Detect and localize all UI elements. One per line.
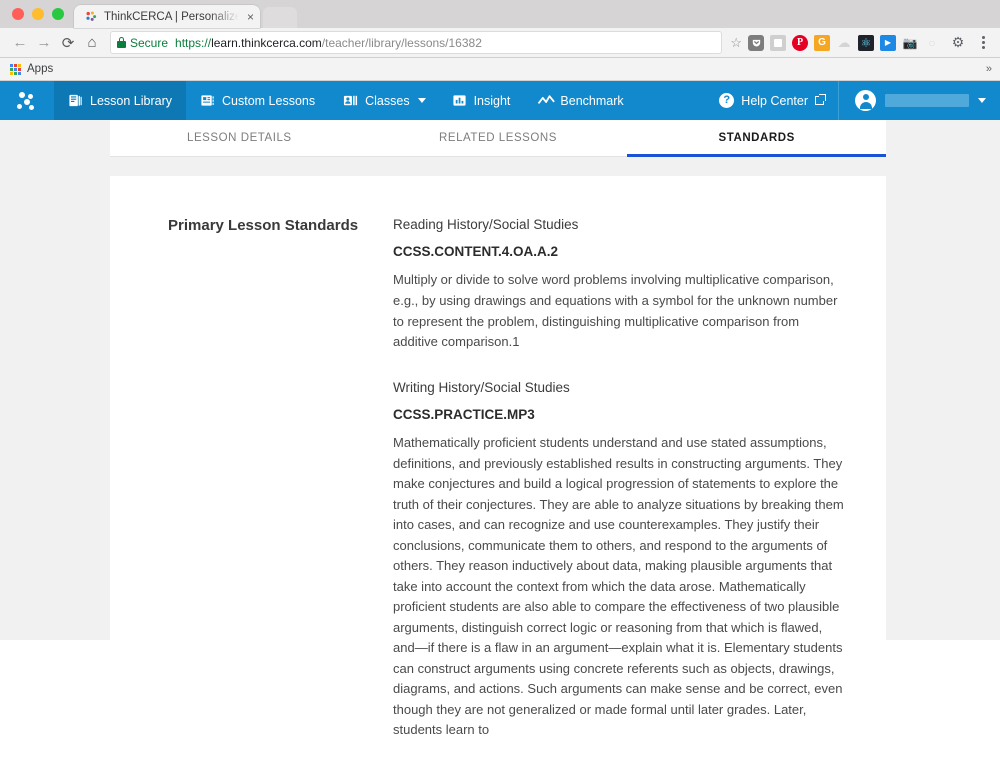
bookmark-star-icon[interactable]: ☆: [730, 35, 742, 51]
home-button[interactable]: ⌂: [80, 31, 104, 55]
standards-card: Primary Lesson Standards Reading History…: [110, 176, 886, 767]
browser-settings-icon[interactable]: ⚙: [946, 31, 970, 55]
bookmarks-overflow-icon[interactable]: »: [986, 63, 992, 75]
bookmark-apps-label[interactable]: Apps: [27, 63, 53, 75]
primary-lesson-standards-title: Primary Lesson Standards: [168, 217, 359, 234]
tab-related-lessons-label: RELATED LESSONS: [439, 132, 557, 144]
browser-tab[interactable]: ThinkCERCA | Personalized Lit ×: [74, 5, 260, 28]
url-host: learn.thinkcerca.com: [211, 35, 322, 50]
close-tab-button[interactable]: ×: [243, 11, 254, 23]
url-path: /teacher/library/lessons/16382: [321, 35, 482, 50]
help-center-label: Help Center: [741, 93, 808, 108]
apps-grid-icon: [10, 63, 21, 75]
tab-related-lessons[interactable]: RELATED LESSONS: [369, 120, 628, 156]
browser-tab-title: ThinkCERCA | Personalized Lit: [104, 10, 243, 23]
standards-section-header: Primary Lesson Standards: [110, 216, 393, 767]
back-button[interactable]: ←: [8, 31, 32, 55]
user-avatar-icon: [855, 90, 876, 111]
bar-chart-icon: [452, 93, 467, 108]
user-menu[interactable]: [838, 81, 1000, 120]
video-extension-icon[interactable]: ▶: [880, 34, 896, 51]
thinkcerca-logo[interactable]: [0, 81, 54, 120]
nav-label-custom-lessons: Custom Lessons: [222, 93, 316, 108]
classes-icon: [343, 93, 358, 108]
note-extension-icon[interactable]: [770, 34, 786, 51]
thinkcerca-favicon: [84, 10, 98, 24]
app-navbar: Lesson Library Custom Lessons Classes In…: [0, 81, 1000, 120]
tab-lesson-details-label: LESSON DETAILS: [187, 132, 292, 144]
maximize-window-button[interactable]: [52, 8, 64, 20]
nav-label-benchmark: Benchmark: [560, 93, 624, 108]
nav-item-classes[interactable]: Classes: [329, 81, 417, 120]
tab-standards[interactable]: STANDARDS: [627, 120, 886, 157]
address-bar[interactable]: Secure https://learn.thinkcerca.com/teac…: [110, 31, 723, 54]
browser-menu-icon[interactable]: [974, 36, 992, 49]
standard-block: Writing History/Social Studies CCSS.PRAC…: [393, 379, 854, 741]
browser-toolbar: ← → ⟳ ⌂ Secure https://learn.thinkcerca.…: [0, 28, 1000, 58]
pocket-extension-icon[interactable]: [748, 34, 764, 51]
chevron-down-icon: [417, 98, 426, 103]
standard-code: CCSS.PRACTICE.MP3: [393, 406, 535, 422]
user-menu-chevron-down-icon: [978, 98, 986, 103]
lock-icon: [117, 37, 126, 48]
screenshot-extension-icon[interactable]: 📷: [902, 35, 918, 51]
content-tabstrip-wrapper: LESSON DETAILS RELATED LESSONS STANDARDS: [0, 120, 1000, 157]
window-controls: [0, 8, 74, 28]
standard-description: Multiply or divide to solve word problem…: [393, 272, 838, 350]
tab-lesson-details[interactable]: LESSON DETAILS: [110, 120, 369, 156]
disabled-extension-icon[interactable]: ○: [924, 35, 940, 51]
url-scheme: https://: [175, 35, 212, 50]
grammarly-extension-icon[interactable]: G: [814, 34, 830, 51]
standard-subject: Reading History/Social Studies: [393, 217, 579, 232]
browser-titlebar: ThinkCERCA | Personalized Lit ×: [0, 0, 1000, 28]
forward-button[interactable]: →: [32, 31, 56, 55]
cloud-extension-icon[interactable]: ☁: [836, 35, 852, 51]
standard-code: CCSS.CONTENT.4.OA.A.2: [393, 244, 559, 260]
navbar-spacer: [638, 81, 706, 120]
logo-dots-icon: [16, 91, 38, 110]
classes-dropdown-caret[interactable]: [417, 81, 438, 120]
book-icon: [68, 93, 83, 108]
page-body: LESSON DETAILS RELATED LESSONS STANDARDS…: [0, 120, 1000, 767]
external-link-icon: [815, 94, 826, 105]
nav-label-lesson-library: Lesson Library: [90, 93, 172, 108]
content-tabstrip: LESSON DETAILS RELATED LESSONS STANDARDS: [110, 120, 886, 157]
nav-item-custom-lessons[interactable]: Custom Lessons: [186, 81, 329, 120]
user-name-label: [885, 94, 969, 107]
security-status-label: Secure: [130, 35, 169, 50]
nav-item-lesson-library[interactable]: Lesson Library: [54, 81, 186, 120]
standard-block: Reading History/Social Studies CCSS.CONT…: [393, 216, 854, 353]
nav-label-classes: Classes: [365, 93, 410, 108]
new-tab-button[interactable]: [263, 7, 297, 28]
tab-standards-label: STANDARDS: [718, 132, 795, 144]
standard-description: Mathematically proficient students under…: [393, 435, 844, 738]
custom-lesson-icon: [200, 93, 215, 108]
minimize-window-button[interactable]: [32, 8, 44, 20]
help-center-link[interactable]: ? Help Center: [705, 81, 838, 120]
extension-toolbar: P G ☁ ⚛ ▶ 📷 ○: [748, 34, 940, 51]
standard-subject: Writing History/Social Studies: [393, 379, 570, 395]
url-text: https://learn.thinkcerca.com/teacher/lib…: [175, 36, 482, 50]
nav-label-insight: Insight: [473, 93, 511, 108]
standards-list: Reading History/Social Studies CCSS.CONT…: [393, 216, 886, 767]
close-window-button[interactable]: [12, 8, 24, 20]
react-devtools-extension-icon[interactable]: ⚛: [858, 34, 874, 51]
question-mark-icon: ?: [719, 93, 735, 108]
reload-button[interactable]: ⟳: [56, 31, 80, 55]
pinterest-extension-icon[interactable]: P: [792, 34, 808, 51]
bookmarks-bar: Apps »: [0, 58, 1000, 81]
trend-line-icon: [538, 93, 555, 108]
nav-item-insight[interactable]: Insight: [438, 81, 525, 120]
nav-item-benchmark[interactable]: Benchmark: [524, 81, 637, 120]
